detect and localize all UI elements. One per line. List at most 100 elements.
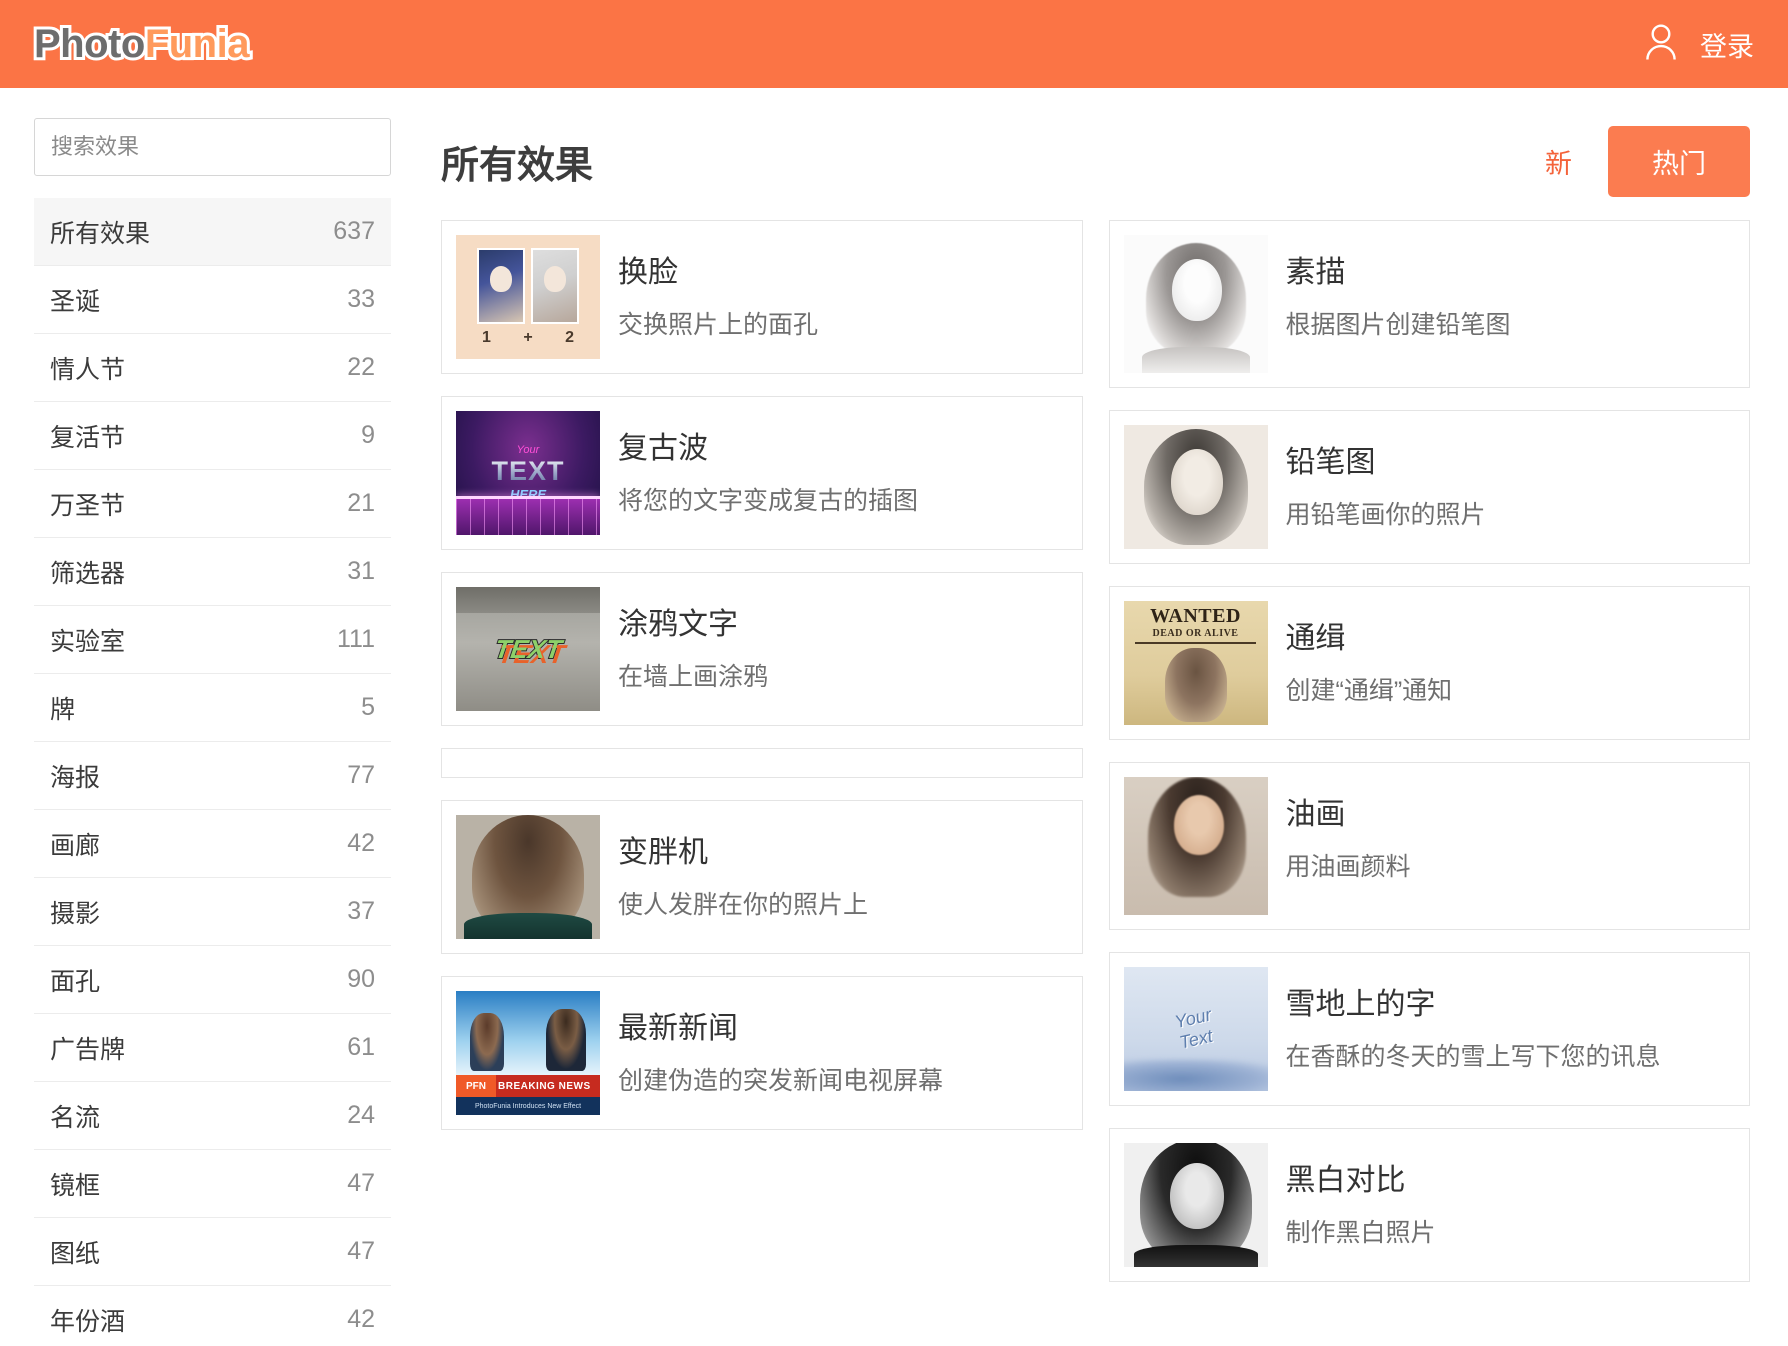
sidebar-item-label: 镜框 — [50, 1171, 101, 1200]
sidebar-item-label: 牌 — [50, 695, 76, 724]
snow-text-thumb: Your Text — [1123, 967, 1268, 1091]
effect-card-text: 雪地上的字 在香酥的冬天的雪上写下您的讯息 — [1286, 967, 1661, 1073]
sidebar-item-8[interactable]: 海报 77 — [34, 742, 391, 810]
page-body: 所有效果637圣诞33情人节22复活节9万圣节21筛选器31实验室111牌5海报… — [0, 88, 1788, 1346]
sidebar-item-label: 实验室 — [50, 627, 126, 656]
login-area[interactable]: 登录 — [1644, 23, 1754, 66]
effect-card-text: 换脸 交换照片上的面孔 — [618, 235, 818, 341]
effect-card-text: 变胖机 使人发胖在你的照片上 — [618, 815, 868, 921]
sidebar-item-6[interactable]: 实验室 111 — [34, 606, 391, 674]
sidebar-item-label: 所有效果 — [50, 219, 151, 248]
sidebar-item-count: 22 — [347, 353, 375, 381]
black-white-thumb — [1123, 1143, 1268, 1267]
logo-text-photo: Photo — [31, 19, 148, 69]
sidebar-item-count: 111 — [336, 625, 375, 653]
effect-card-text: 黑白对比 制作黑白照片 — [1286, 1143, 1436, 1249]
sidebar-item-count: 637 — [333, 217, 375, 245]
sidebar-item-label: 复活节 — [50, 423, 126, 452]
effect-description: 将您的文字变成复古的插图 — [618, 487, 919, 515]
graffiti-thumb: TEXT — [456, 587, 600, 711]
sidebar-item-15[interactable]: 图纸 47 — [34, 1218, 391, 1286]
sidebar-item-3[interactable]: 复活节 9 — [34, 402, 391, 470]
effect-card-placeholder — [441, 748, 1083, 778]
oil-painting-thumb — [1123, 777, 1268, 915]
search-input[interactable] — [34, 118, 391, 176]
sidebar-item-label: 广告牌 — [50, 1035, 126, 1064]
sidebar: 所有效果637圣诞33情人节22复活节9万圣节21筛选器31实验室111牌5海报… — [0, 88, 425, 1346]
effect-card-text: 涂鸦文字 在墙上画涂鸦 — [618, 587, 768, 693]
sort-actions: 新 热门 — [1545, 125, 1750, 197]
sidebar-item-count: 31 — [347, 557, 375, 585]
sidebar-item-9[interactable]: 画廊 42 — [34, 810, 391, 878]
faceswap-numbers: 1 + 2 — [481, 328, 589, 346]
tab-hot[interactable]: 热门 — [1608, 125, 1750, 197]
sidebar-item-16[interactable]: 年份酒 42 — [34, 1286, 391, 1346]
sidebar-item-count: 47 — [347, 1169, 375, 1197]
effect-card-text: 油画 用油画颜料 — [1286, 777, 1411, 883]
sidebar-item-count: 47 — [347, 1237, 375, 1265]
sidebar-item-count: 37 — [347, 897, 375, 925]
sidebar-item-2[interactable]: 情人节 22 — [34, 334, 391, 402]
sidebar-item-label: 圣诞 — [50, 287, 101, 316]
sketch-thumb — [1123, 235, 1268, 373]
effect-title: 黑白对比 — [1285, 1164, 1406, 1197]
sidebar-item-label: 摄影 — [50, 899, 101, 928]
sidebar-item-10[interactable]: 摄影 37 — [34, 878, 391, 946]
effect-card[interactable]: TEXT 涂鸦文字 在墙上画涂鸦 — [441, 572, 1083, 726]
sidebar-item-count: 90 — [347, 965, 375, 993]
sidebar-item-11[interactable]: 面孔 90 — [34, 946, 391, 1014]
effect-card-text: 通缉 创建“通缉”通知 — [1286, 601, 1453, 707]
sidebar-item-12[interactable]: 广告牌 61 — [34, 1014, 391, 1082]
sidebar-item-0[interactable]: 所有效果 637 — [34, 198, 391, 266]
effect-card-text: 铅笔图用铅笔画你的照片 — [1286, 425, 1486, 531]
effect-card-text: 复古波将您的文字变成复古的插图 — [618, 411, 918, 517]
effects-column-left: 1 + 2 换脸 交换照片上的面孔 Your TEXT HERE 复古波 将您的文字变成复古的… — [441, 220, 1083, 1130]
sidebar-item-label: 万圣节 — [50, 491, 126, 520]
effect-card[interactable]: 素描根据图片创建铅笔图 — [1108, 220, 1750, 388]
effect-description: 用铅笔画你的照片 — [1285, 501, 1486, 529]
sidebar-item-14[interactable]: 镜框 47 — [34, 1150, 391, 1218]
logo-text-funia: Funia — [142, 19, 253, 69]
sidebar-item-count: 9 — [361, 421, 375, 449]
sidebar-item-1[interactable]: 圣诞 33 — [34, 266, 391, 334]
effect-card[interactable]: WANTED DEAD OR ALIVE 通缉 创建“通缉”通知 — [1108, 586, 1750, 740]
user-icon — [1644, 23, 1678, 66]
effect-description: 在香酥的冬天的雪上写下您的讯息 — [1285, 1043, 1661, 1071]
sidebar-item-4[interactable]: 万圣节 21 — [34, 470, 391, 538]
sidebar-item-label: 筛选器 — [50, 559, 126, 588]
login-label: 登录 — [1700, 31, 1754, 62]
site-logo[interactable]: PhotoFunia — [31, 19, 253, 69]
effect-title: 换脸 — [618, 256, 678, 289]
sidebar-item-7[interactable]: 牌5 — [34, 674, 391, 742]
effect-title: 变胖机 — [618, 836, 708, 869]
effect-card[interactable]: 油画 用油画颜料 — [1108, 762, 1750, 930]
effects-grid: 1 + 2 换脸 交换照片上的面孔 Your TEXT HERE 复古波 将您的文字变成复古的… — [441, 220, 1750, 1282]
category-list: 所有效果 637 圣诞 33 情人节 22 复活节 9 万圣节 21 筛选器 31 实验室 111 牌 5 海报… — [34, 198, 391, 1346]
faceswap-thumb: 1 + 2 — [456, 235, 600, 359]
effect-card[interactable]: BREAKING NEWS PFN PhotoFunia Introduces Ne… — [441, 976, 1083, 1130]
main-header: 所有效果 新 热门 — [441, 116, 1750, 206]
sidebar-item-13[interactable]: 名流 24 — [34, 1082, 391, 1150]
tab-new[interactable]: 新 — [1545, 142, 1572, 181]
effect-title: 素描 — [1285, 256, 1346, 289]
effect-title: 复古波 — [618, 432, 708, 465]
effect-description: 在墙上画涂鸦 — [618, 663, 769, 691]
sidebar-item-5[interactable]: 筛选器 31 — [34, 538, 391, 606]
effect-card[interactable]: Your TEXT HERE 复古波 将您的文字变成复古的插图 — [441, 396, 1083, 550]
sidebar-item-label: 海报 — [50, 763, 101, 792]
effect-description: 根据图片创建铅笔图 — [1285, 311, 1511, 339]
effect-card[interactable]: 1 + 2 换脸 交换照片上的面孔 — [441, 220, 1083, 374]
sidebar-item-label: 面孔 — [50, 967, 101, 996]
effect-title: 铅笔图 — [1285, 446, 1376, 479]
effect-card[interactable]: Your Text 雪地上的字 在香酥的冬天的雪上写下您的讯息 — [1108, 952, 1750, 1106]
sidebar-item-count: 77 — [347, 761, 375, 789]
sidebar-item-count: 61 — [347, 1033, 375, 1061]
page-title: 所有效果 — [441, 144, 594, 187]
effect-card[interactable]: 变胖机 使人发胖在你的照片上 — [441, 800, 1083, 954]
main-content: 所有效果 新 热门 1 + 2 换脸 交换照片上的面孔 Your TEXT HERE 复古波… — [425, 88, 1788, 1282]
effect-card[interactable]: 黑白对比 制作黑白照片 — [1108, 1128, 1750, 1282]
sidebar-item-count: 21 — [347, 489, 375, 517]
effect-card[interactable]: 铅笔图用铅笔画你的照片 — [1108, 410, 1750, 564]
effect-description: 创建伪造的突发新闻电视屏幕 — [618, 1067, 944, 1095]
effect-title: 最新新闻 — [618, 1012, 738, 1045]
